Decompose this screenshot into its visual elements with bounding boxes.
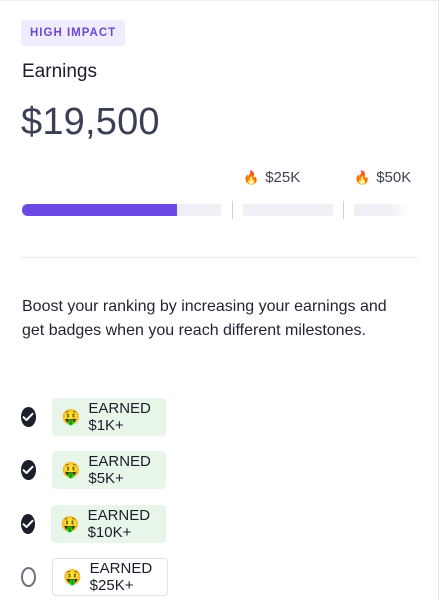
section-divider (22, 257, 417, 258)
milestone-50k: 🔥 $50K (354, 169, 411, 186)
badge-label: EARNED $1K+ (88, 400, 151, 434)
fire-icon: 🔥 (354, 169, 371, 185)
earnings-amount: $19,500 (21, 101, 160, 143)
section-title: Earnings (22, 61, 97, 82)
money-face-icon: 🤑 (62, 569, 82, 586)
money-face-icon: 🤑 (61, 462, 81, 479)
progress-segment-25k (243, 204, 333, 216)
earned-badge-pill: 🤑 EARNED $10K+ (50, 505, 167, 543)
earnings-card: HIGH IMPACT Earnings $19,500 🔥 $25K 🔥 $5… (0, 0, 439, 600)
pending-badge-pill: 🤑 EARNED $25K+ (51, 558, 169, 596)
milestone-label: $50K (376, 169, 412, 186)
description: Boost your ranking by increasing your ea… (22, 298, 387, 339)
progress-divider (343, 201, 344, 219)
progress-fill (22, 204, 178, 216)
earned-badge-pill: 🤑 EARNED $1K+ (51, 398, 167, 436)
badge-label: EARNED $5K+ (88, 453, 151, 487)
earned-badge-pill: 🤑 EARNED $5K+ (51, 451, 167, 489)
badge-label: EARNED $10K+ (87, 507, 151, 541)
milestone-label: $25K (265, 169, 301, 186)
badge-row: 🤑 EARNED $5K+ (21, 451, 167, 489)
progress-segment-current (22, 204, 221, 216)
checked-circle-icon (21, 407, 36, 427)
badge-row: 🤑 EARNED $1K+ (21, 398, 167, 436)
progress-segment-50k (354, 204, 410, 216)
money-face-icon: 🤑 (60, 516, 80, 533)
badge-row: 🤑 EARNED $25K+ (21, 558, 169, 596)
progress-divider (232, 201, 233, 219)
fire-icon: 🔥 (243, 169, 260, 185)
checked-circle-icon (21, 514, 35, 534)
milestone-25k: 🔥 $25K (243, 169, 300, 186)
badge-label: EARNED $25K+ (89, 560, 153, 594)
badge-row: 🤑 EARNED $10K+ (21, 505, 167, 543)
empty-circle-icon (21, 567, 36, 587)
impact-badge: HIGH IMPACT (21, 20, 126, 46)
checked-circle-icon (21, 460, 36, 480)
money-face-icon: 🤑 (61, 409, 81, 426)
